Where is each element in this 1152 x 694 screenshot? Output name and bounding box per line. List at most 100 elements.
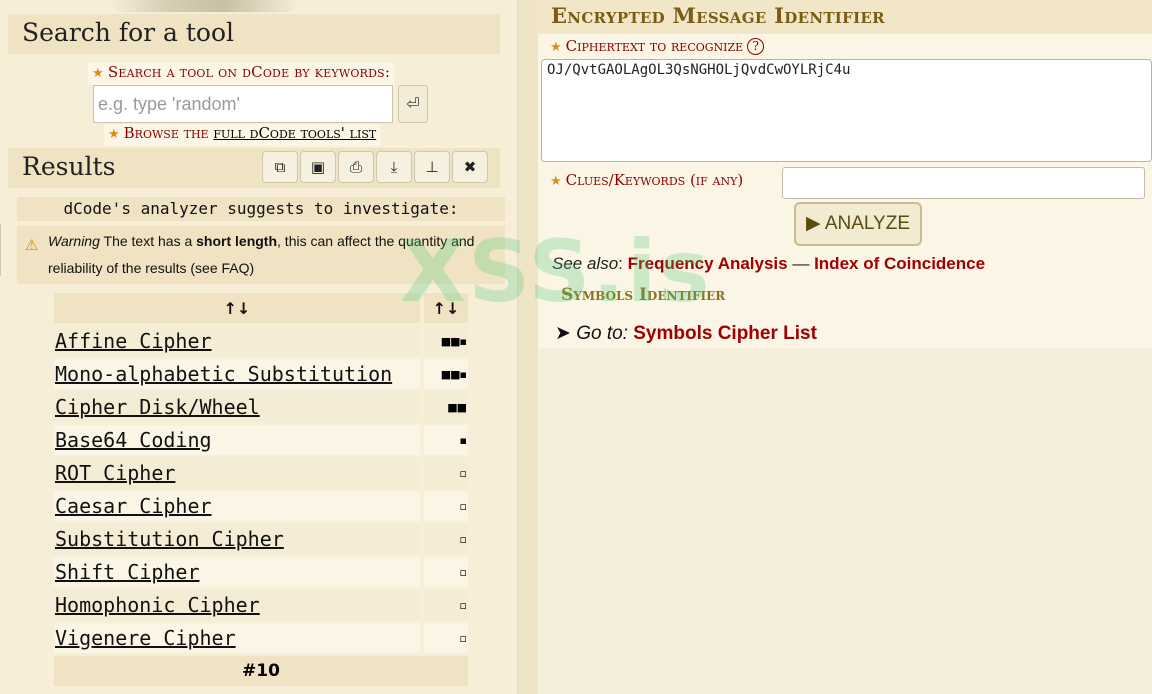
result-name-cell: Caesar Cipher (54, 491, 420, 521)
search-submit-button[interactable]: ⏎ (398, 85, 428, 123)
ciphertext-input[interactable]: OJ/QvtGAOLAgOL3QsNGHOLjQvdCwOYLRjC4u (541, 59, 1152, 162)
save-button[interactable]: ▣ (300, 151, 336, 183)
table-row: Shift Cipher ▫ (54, 557, 468, 587)
result-name-cell: Cipher Disk/Wheel (54, 392, 420, 422)
result-name-cell: Shift Cipher (54, 557, 420, 587)
results-footer-row: #10 (54, 656, 468, 686)
result-link[interactable]: Vigenere Cipher (55, 626, 236, 650)
results-body: Affine Cipher ■■▪ Mono-alphabetic Substitu… (54, 326, 468, 653)
result-score: ▫ (424, 590, 468, 620)
see-also-separator: — (787, 254, 815, 273)
result-link[interactable]: Affine Cipher (55, 329, 212, 353)
symbols-cipher-list-link[interactable]: Symbols Cipher List (633, 323, 817, 344)
clues-input[interactable] (782, 167, 1145, 199)
copy-icon: ⧉ (274, 158, 286, 176)
browse-prefix: Browse the (123, 124, 214, 142)
left-sidebar: Search for a tool ★ Search a tool on dCod… (0, 0, 518, 694)
result-score: ▪ (424, 425, 468, 455)
result-name-cell: Substitution Cipher (54, 524, 420, 554)
search-keywords-label: ★ Search a tool on dCode by keywords: (88, 63, 395, 85)
result-score: ▫ (424, 623, 468, 653)
star-icon: ★ (550, 174, 562, 189)
save-icon: ▣ (310, 158, 326, 176)
pin-icon: ⊥ (425, 158, 439, 176)
result-link[interactable]: Caesar Cipher (55, 494, 212, 518)
print-icon: ⎙ (349, 158, 362, 176)
table-row: Homophonic Cipher ▫ (54, 590, 468, 620)
help-icon[interactable]: ? (747, 38, 765, 55)
table-row: Caesar Cipher ▫ (54, 491, 468, 521)
sort-score-header[interactable]: ↑↓ (424, 293, 468, 323)
table-row: Cipher Disk/Wheel ■■ (54, 392, 468, 422)
table-row: Substitution Cipher ▫ (54, 524, 468, 554)
result-score: ▫ (424, 524, 468, 554)
result-score: ▫ (424, 557, 468, 587)
result-link[interactable]: ROT Cipher (55, 461, 175, 485)
results-count: #10 (54, 656, 468, 686)
analyze-button[interactable]: ▶ ANALYZE (794, 202, 922, 246)
star-icon: ★ (92, 66, 104, 81)
see-also-label: See also (552, 254, 619, 273)
star-icon: ★ (108, 127, 120, 142)
warning-icon: ⚠ (25, 237, 39, 254)
clues-label: ★ Clues/Keywords (if any) (550, 171, 743, 189)
result-name-cell: ROT Cipher (54, 458, 420, 488)
print-button[interactable]: ⎙ (338, 151, 374, 183)
results-header-row: ↑↓ ↑↓ (54, 293, 468, 323)
result-score: ■■▪ (424, 359, 468, 389)
warning-text-pre: The text has a (99, 233, 197, 249)
table-row: ROT Cipher ▫ (54, 458, 468, 488)
result-link[interactable]: Base64 Coding (55, 428, 212, 452)
result-score: ■■ (424, 392, 468, 422)
pin-button[interactable]: ⊥ (414, 151, 450, 183)
result-name-cell: Homophonic Cipher (54, 590, 420, 620)
frequency-analysis-link[interactable]: Frequency Analysis (628, 254, 788, 273)
result-link[interactable]: Mono-alphabetic Substitution (55, 362, 392, 386)
browse-tools-label: ★ Browse the full dCode tools' list (104, 124, 381, 146)
table-row: Affine Cipher ■■▪ (54, 326, 468, 356)
search-keywords-label-text: Search a tool on dCode by keywords: (107, 63, 391, 81)
result-name-cell: Base64 Coding (54, 425, 420, 455)
clues-label-text: Clues/Keywords (if any) (565, 171, 744, 189)
table-row: Mono-alphabetic Substitution ■■▪ (54, 359, 468, 389)
browse-tools-link[interactable]: full dCode tools' list (213, 124, 376, 142)
result-link[interactable]: Substitution Cipher (55, 527, 284, 551)
result-name-cell: Vigenere Cipher (54, 623, 420, 653)
tool-title: Encrypted Message Identifier (538, 0, 1152, 34)
see-also: See also: Frequency Analysis — Index of … (552, 254, 985, 274)
star-icon: ★ (550, 40, 562, 55)
warning-message: ⚠ Warning The text has a short length, th… (17, 226, 505, 284)
search-panel-title: Search for a tool (8, 14, 500, 54)
ciphertext-label: ★ Ciphertext to recognize? (550, 37, 765, 55)
symbols-identifier-title[interactable]: Symbols Identifier (561, 285, 725, 305)
table-row: Vigenere Cipher ▫ (54, 623, 468, 653)
result-score: ■■▪ (424, 326, 468, 356)
result-link[interactable]: Homophonic Cipher (55, 593, 260, 617)
index-of-coincidence-link[interactable]: Index of Coincidence (814, 254, 985, 273)
column-divider (518, 0, 538, 694)
result-link[interactable]: Cipher Disk/Wheel (55, 395, 260, 419)
goto-line: ➤ Go to: Symbols Cipher List (555, 322, 817, 345)
search-input[interactable] (93, 85, 393, 123)
tool-panel: Encrypted Message Identifier ★ Ciphertext… (538, 0, 1152, 348)
enter-icon: ⏎ (406, 94, 420, 113)
copy-button[interactable]: ⧉ (262, 151, 298, 183)
analyzer-suggestion: dCode's analyzer suggests to investigate… (17, 197, 505, 221)
result-link[interactable]: Shift Cipher (55, 560, 200, 584)
download-button[interactable]: ⤓ (376, 151, 412, 183)
close-button[interactable]: ✖ (452, 151, 488, 183)
results-toolbar: ⧉ ▣ ⎙ ⤓ ⊥ ✖ (262, 151, 490, 183)
table-row: Base64 Coding ▪ (54, 425, 468, 455)
warning-word: Warning (48, 233, 100, 249)
download-icon: ⤓ (390, 158, 398, 176)
header-decoration (110, 0, 300, 12)
goto-label: Go to: (576, 323, 628, 344)
main-content: Encrypted Message Identifier ★ Ciphertext… (538, 0, 1152, 694)
sort-name-header[interactable]: ↑↓ (54, 293, 420, 323)
result-score: ▫ (424, 458, 468, 488)
result-name-cell: Affine Cipher (54, 326, 420, 356)
see-also-colon: : (618, 254, 628, 273)
result-score: ▫ (424, 491, 468, 521)
results-table: ↑↓ ↑↓ Affine Cipher ■■▪ Mono-alphabetic Su… (54, 290, 468, 689)
close-icon: ✖ (463, 158, 477, 176)
